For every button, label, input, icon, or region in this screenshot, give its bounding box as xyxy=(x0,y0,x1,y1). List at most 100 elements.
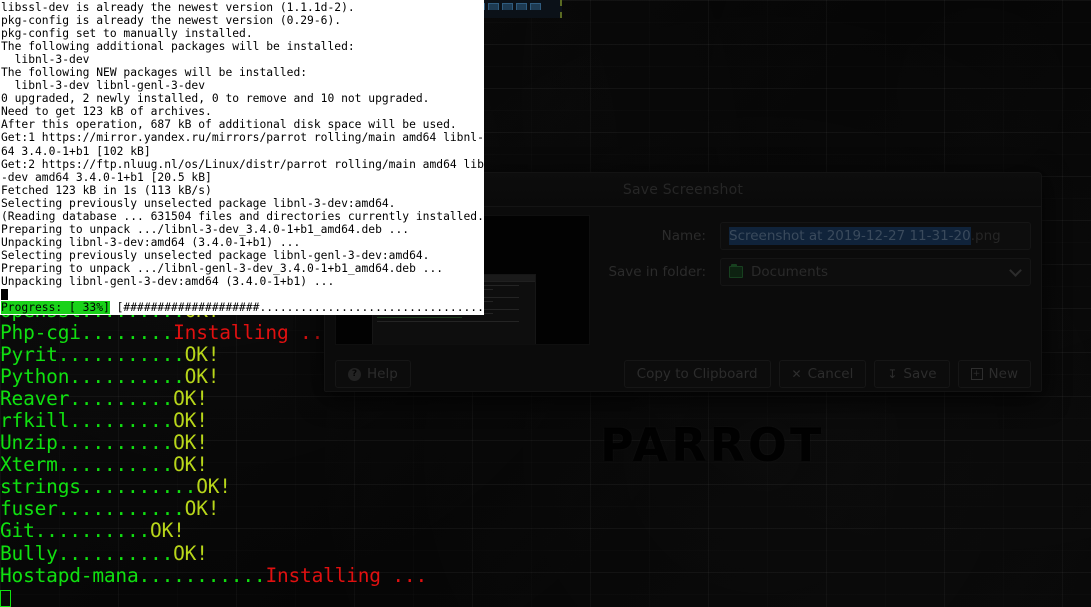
terminal-line: Unpacking libnl-genl-3-dev:amd64 (3.4.0-… xyxy=(1,274,335,288)
terminal-line: (Reading database ... 631504 files and d… xyxy=(1,209,484,223)
new-button[interactable]: + New xyxy=(957,360,1031,388)
install-log-status: OK! xyxy=(173,431,208,455)
install-log-package-name: Pyrit xyxy=(0,343,58,367)
install-log-dots: ........... xyxy=(57,497,185,521)
fragment-tab xyxy=(530,3,541,10)
install-log-item: Git..........OK! xyxy=(0,520,640,542)
save-button[interactable]: ↧ Save xyxy=(874,360,950,388)
filename-selected-text: Screenshot at 2019-12-27 11-31-20 xyxy=(729,227,971,245)
install-log-dots: ......... xyxy=(69,409,174,433)
copy-button-label: Copy to Clipboard xyxy=(636,366,758,382)
install-log-status: OK! xyxy=(173,387,208,411)
help-button-label: Help xyxy=(367,366,398,382)
terminal-line: libssl-dev is already the newest version… xyxy=(1,1,355,14)
install-log-status: OK! xyxy=(173,453,208,477)
install-log-package-name: Bully xyxy=(0,541,58,565)
install-log-package-name: Unzip xyxy=(0,431,58,455)
terminal-window[interactable]: libssl-dev is already the newest version… xyxy=(0,0,484,315)
thumbnail-line xyxy=(377,321,519,322)
install-log-cursor-line xyxy=(0,587,640,607)
thumbnail-line xyxy=(377,317,462,318)
chevron-down-icon xyxy=(1009,264,1022,277)
install-log-status: OK! xyxy=(196,475,231,499)
terminal-line: The following additional packages will b… xyxy=(1,40,355,54)
install-log-status: Installing ... xyxy=(265,563,427,587)
folder-field-row: Save in folder: Documents xyxy=(600,257,1031,287)
terminal-line: pkg-config set to manually installed. xyxy=(1,27,253,41)
dialog-title: Save Screenshot xyxy=(622,181,744,198)
terminal-line: libnl-3-dev xyxy=(1,53,90,67)
install-log-dots: .......... xyxy=(57,541,174,565)
fragment-tab xyxy=(488,3,499,10)
terminal-line: Get:2 https://ftp.nluug.nl/os/Linux/dist… xyxy=(1,157,484,171)
apt-progress-track: [####################...................… xyxy=(116,301,484,315)
install-log-package-name: Reaver xyxy=(0,387,70,411)
install-log-package-name: Git xyxy=(0,519,35,543)
folder-name: Documents xyxy=(751,264,828,280)
apt-progress-bar: Progress: [ 33%] [####################..… xyxy=(1,301,484,315)
install-log-status: OK! xyxy=(184,497,220,521)
folder-icon xyxy=(729,264,743,278)
terminal-line: Preparing to unpack .../libnl-genl-3-dev… xyxy=(1,261,444,275)
terminal-line: Selecting previously unselected package … xyxy=(1,196,396,210)
name-field-row: Name: Screenshot at 2019-12-27 11-31-20.… xyxy=(600,221,1031,251)
install-log-package-name: Hostapd-mana xyxy=(0,563,139,587)
terminal-line: 64 3.4.0-1+b1 [102 kB] xyxy=(1,144,151,158)
copy-to-clipboard-button[interactable]: Copy to Clipboard xyxy=(623,360,771,388)
install-log-package-name: fuser xyxy=(0,497,58,521)
install-log-dots: .......... xyxy=(34,519,151,543)
help-button[interactable]: ? Help xyxy=(335,360,411,388)
terminal-line: -dev amd64 3.4.0-1+b1 [20.5 kB] xyxy=(1,170,212,184)
new-window-icon: + xyxy=(970,368,983,380)
folder-field-label: Save in folder: xyxy=(608,264,706,280)
install-log-item: Bully..........OK! xyxy=(0,541,640,565)
install-log-dots: ........ xyxy=(80,321,174,345)
install-log-item: Unzip..........OK! xyxy=(0,432,640,454)
apt-progress-label: Progress: [ 33%] xyxy=(1,301,110,315)
install-log-dots: .......... xyxy=(57,431,174,455)
fragment-tab xyxy=(502,3,513,10)
install-log-dots: .......... xyxy=(80,475,197,499)
question-mark-icon: ? xyxy=(348,367,361,381)
install-log-item: fuser...........OK! xyxy=(0,498,640,520)
install-log-status: OK! xyxy=(184,365,220,389)
install-log-item: Xterm..........OK! xyxy=(0,454,640,476)
terminal-line: Get:1 https://mirror.yandex.ru/mirrors/p… xyxy=(1,131,484,145)
new-button-label: New xyxy=(988,366,1018,382)
filename-extension: .png xyxy=(970,228,1001,244)
install-log-package-name: rfkill xyxy=(0,409,70,433)
install-log-dots: .......... xyxy=(69,365,185,389)
download-arrow-icon: ↧ xyxy=(887,367,898,381)
dialog-footer: ? Help Copy to Clipboard ✕ Cancel ↧ Save… xyxy=(325,355,1041,393)
terminal-cursor-line xyxy=(1,288,484,301)
install-log-item: Hostapd-mana...........Installing ... xyxy=(0,563,640,587)
terminal-line: The following NEW packages will be insta… xyxy=(1,66,308,80)
terminal-line: pkg-config is already the newest version… xyxy=(1,14,342,28)
install-log-item: rfkill.........OK! xyxy=(0,410,640,432)
terminal-line: After this operation, 687 kB of addition… xyxy=(1,118,457,132)
terminal-line: Need to get 123 kB of archives. xyxy=(1,105,212,119)
install-log-status: OK! xyxy=(173,541,208,565)
terminal-line: libnl-3-dev libnl-genl-3-dev xyxy=(1,79,206,93)
cancel-button-label: Cancel xyxy=(807,366,854,382)
save-folder-select[interactable]: Documents xyxy=(720,258,1031,286)
install-log-status: OK! xyxy=(173,409,208,433)
install-log-status: OK! xyxy=(150,519,185,543)
filename-input[interactable]: Screenshot at 2019-12-27 11-31-20 .png xyxy=(720,222,1031,250)
close-x-icon: ✕ xyxy=(791,367,802,381)
install-log-package-name: Python xyxy=(0,365,70,389)
terminal-line: Preparing to unpack .../libnl-3-dev_3.4.… xyxy=(1,222,410,236)
terminal-line: Selecting previously unselected package … xyxy=(1,248,430,262)
fragment-tab xyxy=(516,3,527,10)
terminal-line: 0 upgraded, 2 newly installed, 0 to remo… xyxy=(1,92,430,106)
save-button-label: Save xyxy=(903,366,937,382)
name-field-label: Name: xyxy=(661,228,706,244)
cancel-button[interactable]: ✕ Cancel xyxy=(778,360,867,388)
terminal-cursor xyxy=(1,289,8,301)
install-log-dots: ........... xyxy=(57,343,185,367)
install-log-item: strings..........OK! xyxy=(0,476,640,498)
install-log-status: Installing ... xyxy=(173,321,335,345)
install-log-dots: .......... xyxy=(57,453,174,477)
install-log-package-name: Php-cgi xyxy=(0,321,81,345)
desktop: PARROT Openssl.........OK!Php-cgi.......… xyxy=(0,0,1091,607)
